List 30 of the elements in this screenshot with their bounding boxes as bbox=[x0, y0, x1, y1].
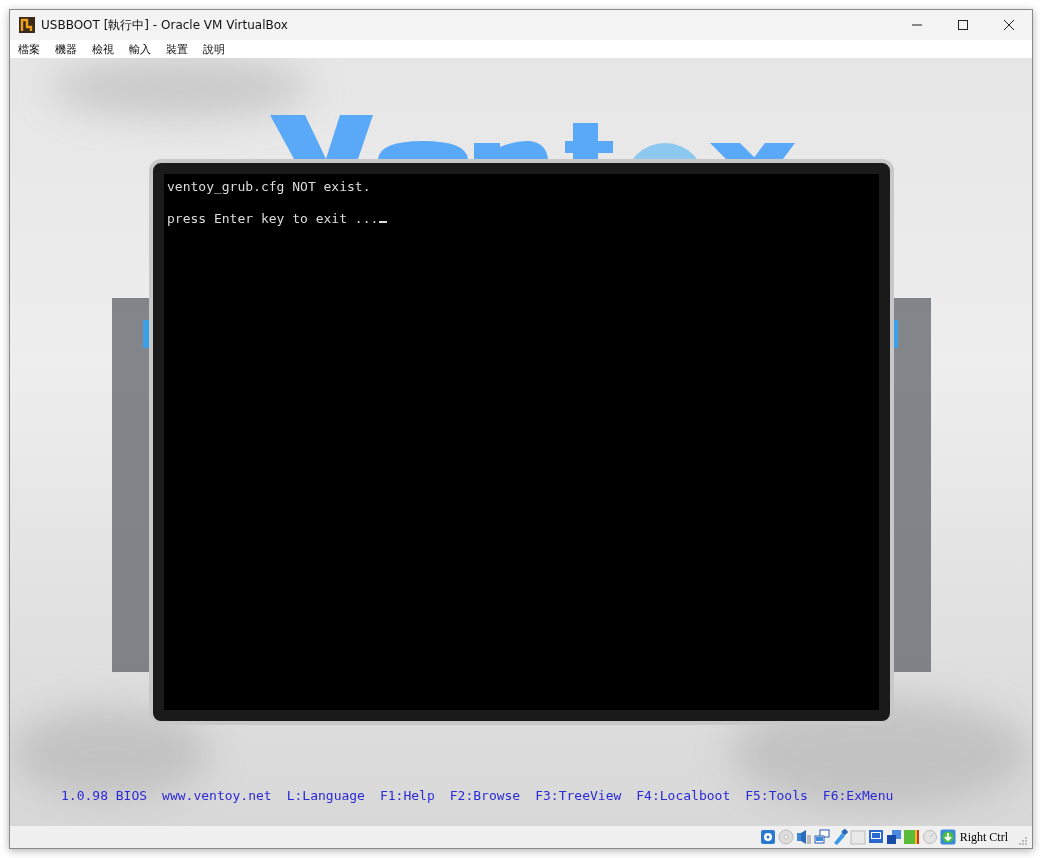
hotkey-label: www.ventoy.net bbox=[162, 788, 272, 803]
menu-item[interactable]: 機器 bbox=[55, 41, 77, 57]
hotkey-label: F2:Browse bbox=[449, 788, 521, 803]
host-key-label: Right Ctrl bbox=[959, 829, 1008, 845]
display-icon[interactable] bbox=[867, 829, 884, 845]
maximize-icon bbox=[958, 20, 968, 30]
close-icon bbox=[1004, 20, 1014, 30]
console-text: ventoy_grub.cfg NOT exist. bbox=[167, 178, 372, 196]
console-text: press Enter key to exit ... bbox=[167, 210, 876, 228]
window-title: USBBOOT [執行中] - Oracle VM VirtualBox bbox=[41, 16, 288, 34]
audio-icon[interactable] bbox=[795, 829, 812, 845]
hotkey-label: F6:ExMenu bbox=[822, 788, 894, 803]
window-stack-icon[interactable] bbox=[885, 829, 902, 845]
menu-item[interactable]: 檔案 bbox=[18, 41, 40, 57]
arrow-down-icon[interactable] bbox=[939, 829, 956, 845]
menu-item[interactable]: 說明 bbox=[203, 41, 225, 57]
hotkey-label: F3:TreeView bbox=[535, 788, 622, 803]
hotkey-label: F1:Help bbox=[379, 788, 435, 803]
menu-item[interactable]: 裝置 bbox=[166, 41, 188, 57]
hotkey-label: 1.0.98 BIOS bbox=[61, 788, 148, 803]
network-icon[interactable] bbox=[813, 829, 830, 845]
menu-item[interactable]: 輸入 bbox=[129, 41, 151, 57]
resize-grip-icon[interactable] bbox=[1018, 836, 1028, 846]
app-icon bbox=[19, 17, 35, 33]
usb-icon[interactable] bbox=[831, 829, 848, 845]
hotkey-label: L:Language bbox=[286, 788, 365, 803]
menu-item[interactable]: 檢視 bbox=[92, 41, 114, 57]
recording-icon[interactable] bbox=[903, 829, 920, 845]
hotkey-label: F4:Localboot bbox=[636, 788, 731, 803]
hotkey-label: F5:Tools bbox=[745, 788, 808, 803]
